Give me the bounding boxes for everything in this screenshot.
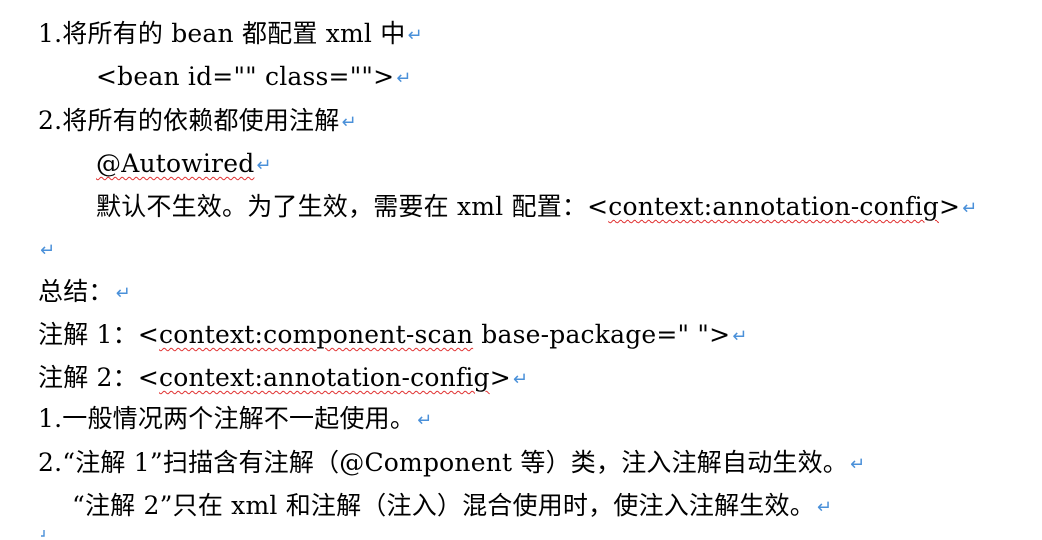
paragraph-text: 1.一般情况两个注解不一起使用。 (38, 404, 416, 433)
paragraph-mark-icon: ↵ (962, 198, 978, 219)
document-page: 1.将所有的 bean 都配置 xml 中 ↵ <bean id="" class… (0, 0, 1042, 540)
config-tag-text: context:component-scan (159, 320, 474, 349)
paragraph-text: @Autowired (96, 149, 255, 178)
paragraph-11: 2.“注解 1”扫描含有注解（@Component 等）类，注入注解自动生效。 ↵ (38, 446, 865, 482)
paragraph-mark-icon: ↵ (341, 112, 357, 133)
paragraph-5: 默认不生效。为了生效，需要在 xml 配置：<context:annotatio… (96, 190, 977, 226)
paragraph-8: 注解 1：<context:component-scan base-packag… (38, 318, 748, 354)
paragraph-text: 2.“注解 1”扫描含有注解（@Component 等）类，注入注解自动生效。 (38, 448, 848, 477)
paragraph-mark-icon (41, 530, 45, 537)
paragraph-text-prefix: 注解 1：< (38, 320, 160, 349)
paragraph-mark-icon: ↵ (396, 68, 412, 89)
paragraph-mark-icon: ↵ (417, 410, 433, 431)
paragraph-mark-icon: ↵ (512, 369, 529, 390)
paragraph-text-prefix: 注解 2：< (38, 363, 160, 392)
paragraph-mark-icon: ↵ (40, 240, 56, 261)
paragraph-text-suffix: > (489, 363, 511, 392)
paragraph-7: 总结： ↵ (38, 275, 131, 311)
paragraph-mark-icon: ↵ (816, 497, 833, 518)
paragraph-text-suffix: base-package=" "> (473, 320, 731, 349)
paragraph-text-suffix: > (938, 192, 961, 221)
paragraph-mark-icon: ↵ (407, 25, 423, 46)
paragraph-10: 1.一般情况两个注解不一起使用。 ↵ (38, 402, 432, 438)
paragraph-text: 2.将所有的依赖都使用注解 (38, 106, 340, 135)
paragraph-mark-icon: ↵ (732, 326, 748, 347)
paragraph-text-prefix: 默认不生效。为了生效，需要在 xml 配置：< (96, 192, 609, 221)
paragraph-mark-icon: ↵ (850, 454, 866, 475)
paragraph-6-empty: ↵ (38, 232, 55, 268)
paragraph-2: <bean id="" class=""> ↵ (96, 60, 412, 96)
paragraph-4: @Autowired ↵ (96, 147, 272, 183)
paragraph-mark-icon: ↵ (115, 283, 131, 304)
paragraph-text: 总结： (38, 277, 114, 306)
config-tag-text: context:annotation-config (159, 363, 490, 392)
paragraph-text: 1.将所有的 bean 都配置 xml 中 (38, 19, 406, 48)
paragraph-mark-icon: ↵ (256, 155, 272, 176)
config-tag-text: context:annotation-config (608, 192, 939, 221)
paragraph-text: <bean id="" class=""> (96, 62, 395, 91)
paragraph-text: “注解 2”只在 xml 和注解（注入）混合使用时，使注入注解生效。 (72, 491, 815, 520)
paragraph-12: “注解 2”只在 xml 和注解（注入）混合使用时，使注入注解生效。 ↵ (72, 489, 832, 525)
paragraph-3: 2.将所有的依赖都使用注解 ↵ (38, 104, 357, 140)
paragraph-9: 注解 2：<context:annotation-config> ↵ (38, 361, 528, 397)
paragraph-1: 1.将所有的 bean 都配置 xml 中 ↵ (38, 17, 423, 53)
